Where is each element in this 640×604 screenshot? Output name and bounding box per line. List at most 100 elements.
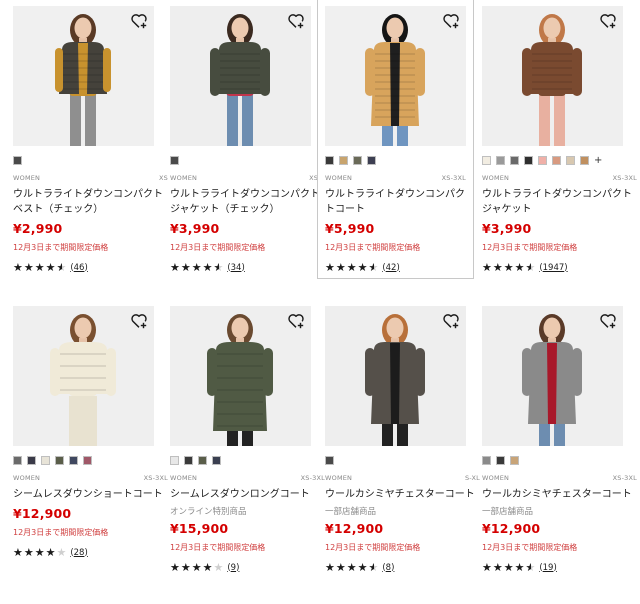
favorite-heart-icon[interactable]: [130, 12, 148, 30]
product-price: ¥15,900: [170, 521, 229, 536]
color-swatch[interactable]: [510, 456, 519, 465]
product-name[interactable]: ウルトラライトダウンコンパクトジャケット: [482, 187, 637, 217]
product-name[interactable]: ウルトラライトダウンコンパクトジャケット（チェック）: [170, 187, 325, 217]
color-swatch[interactable]: [27, 456, 36, 465]
size-range: XS: [159, 174, 168, 182]
favorite-heart-icon[interactable]: [130, 312, 148, 330]
favorite-heart-icon[interactable]: [287, 12, 305, 30]
color-swatch[interactable]: [367, 156, 376, 165]
color-swatch[interactable]: [538, 156, 547, 165]
face: [231, 17, 249, 39]
product-name[interactable]: ウールカシミヤチェスターコート: [325, 487, 480, 502]
favorite-heart-icon[interactable]: [442, 312, 460, 330]
product-card[interactable]: WOMEN XS ウルトラライトダウンコンパクトベスト（チェック） ¥2,990 12月…: [13, 6, 168, 274]
product-card[interactable]: WOMEN S-XL ウールカシミヤチェスターコート 一部店舗商品 ¥12,900 12月…: [325, 306, 480, 574]
product-image[interactable]: [13, 306, 154, 446]
color-swatch[interactable]: [325, 456, 334, 465]
left-sleeve: [207, 348, 217, 396]
product-name[interactable]: ウルトラライトダウンコンパクトベスト（チェック）: [13, 187, 168, 217]
gender-category: WOMEN: [170, 474, 198, 482]
face: [386, 317, 404, 339]
color-swatch[interactable]: [41, 456, 50, 465]
rating-stars: ★★★★★★★★★★: [170, 561, 224, 574]
left-sleeve: [522, 48, 532, 96]
color-swatch[interactable]: [170, 456, 179, 465]
product-image[interactable]: [170, 6, 311, 146]
product-rating: ★★★★★★★★★★19: [482, 561, 637, 574]
color-swatch[interactable]: [13, 156, 22, 165]
review-count-link[interactable]: 19: [539, 563, 556, 573]
stars-filled: ★★★★★: [170, 561, 214, 574]
product-rating: ★★★★★★★★★★46: [13, 261, 168, 274]
right-leg: [85, 91, 96, 146]
product-image[interactable]: [482, 6, 623, 146]
favorite-heart-icon[interactable]: [442, 12, 460, 30]
color-swatch[interactable]: [69, 456, 78, 465]
color-swatch[interactable]: [83, 456, 92, 465]
left-leg: [70, 91, 81, 146]
stars-filled: ★★★★★: [325, 561, 374, 574]
color-swatch[interactable]: [580, 156, 589, 165]
garment-opening: [390, 43, 400, 126]
product-card[interactable]: WOMEN XS-3XL ウールカシミヤチェスターコート 一部店舗商品 ¥12,900 1…: [482, 306, 637, 574]
product-name[interactable]: シームレスダウンロングコート: [170, 487, 325, 502]
color-swatch[interactable]: [55, 456, 64, 465]
color-swatch[interactable]: [198, 456, 207, 465]
product-card[interactable]: WOMENXS-S ウルトラライトダウンコンパクトジャケット（チェック） ¥3,99…: [170, 6, 325, 274]
color-swatches: [170, 156, 325, 165]
color-swatch[interactable]: [339, 156, 348, 165]
product-price: ¥12,900: [482, 521, 541, 536]
review-count-link[interactable]: 9: [227, 563, 239, 573]
product-rating: ★★★★★★★★★★28: [13, 546, 168, 559]
review-count-link[interactable]: 46: [70, 263, 87, 273]
product-card[interactable]: WOMEN XS-3XL シームレスダウンショートコート ¥12,900 12月3日まで…: [13, 306, 168, 559]
product-image[interactable]: [13, 6, 154, 146]
favorite-heart-icon[interactable]: [599, 12, 617, 30]
color-swatch[interactable]: [496, 456, 505, 465]
product-price: ¥12,900: [13, 506, 72, 521]
size-range: XS-3XL: [441, 174, 466, 182]
color-swatch[interactable]: [353, 156, 362, 165]
product-image[interactable]: [170, 306, 311, 446]
color-swatch[interactable]: [482, 456, 491, 465]
color-swatch[interactable]: [524, 156, 533, 165]
color-swatches: [170, 456, 325, 465]
color-swatch[interactable]: [510, 156, 519, 165]
favorite-heart-icon[interactable]: [287, 312, 305, 330]
product-card[interactable]: WOMEN XS-3XL ウルトラライトダウンコンパクトコート ¥5,990 12月3日…: [317, 0, 474, 279]
limited-time-price-label: 12月3日まで期間限定価格: [170, 543, 266, 552]
left-sleeve: [50, 348, 60, 396]
product-card[interactable]: + WOMEN XS-3XL ウルトラライトダウンコンパクトジャケット ¥3,990 12…: [482, 6, 637, 274]
color-swatch[interactable]: [552, 156, 561, 165]
color-swatch[interactable]: [13, 456, 22, 465]
size-range: XS-3XL: [143, 474, 168, 482]
rating-stars: ★★★★★★★★★★: [325, 561, 379, 574]
product-name[interactable]: ウールカシミヤチェスターコート: [482, 487, 637, 502]
product-card[interactable]: WOMEN XS-3XL シームレスダウンロングコート オンライン特別商品 ¥15,90…: [170, 306, 325, 574]
product-image[interactable]: [482, 306, 623, 446]
product-image[interactable]: [325, 6, 466, 146]
review-count-link[interactable]: 8: [382, 563, 394, 573]
product-name[interactable]: シームレスダウンショートコート: [13, 487, 168, 502]
color-swatch[interactable]: [184, 456, 193, 465]
review-count-link[interactable]: 28: [70, 548, 87, 558]
color-swatch[interactable]: [496, 156, 505, 165]
limited-time-price-label: 12月3日まで期間限定価格: [482, 543, 578, 552]
color-swatch[interactable]: [212, 456, 221, 465]
color-swatch[interactable]: [482, 156, 491, 165]
more-colors-icon[interactable]: +: [594, 156, 602, 166]
favorite-heart-icon[interactable]: [599, 312, 617, 330]
rating-stars: ★★★★★★★★★★: [482, 561, 536, 574]
color-swatch[interactable]: [170, 156, 179, 165]
product-image[interactable]: [325, 306, 466, 446]
color-swatch[interactable]: [325, 156, 334, 165]
review-count-link[interactable]: 1947: [539, 263, 567, 273]
right-sleeve: [415, 48, 425, 96]
product-note: 一部店舗商品: [325, 507, 377, 517]
product-name[interactable]: ウルトラライトダウンコンパクトコート: [325, 187, 466, 217]
product-meta: WOMEN XS-3XL: [13, 474, 168, 482]
review-count-link[interactable]: 34: [227, 263, 244, 273]
review-count-link[interactable]: 42: [382, 263, 399, 273]
right-leg: [242, 91, 253, 146]
color-swatch[interactable]: [566, 156, 575, 165]
